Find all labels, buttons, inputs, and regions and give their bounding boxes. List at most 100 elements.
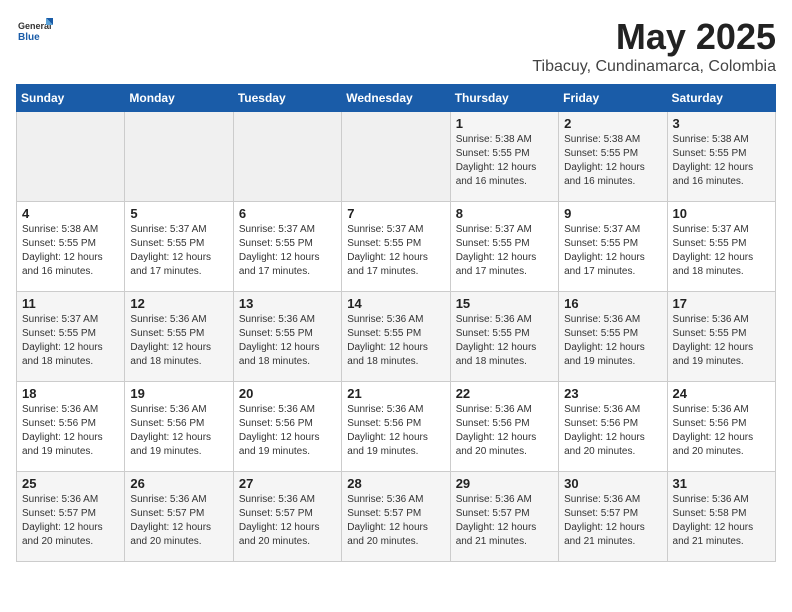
calendar-cell: 1 Sunrise: 5:38 AM Sunset: 5:55 PM Daylig…: [450, 112, 558, 202]
day-number: 25: [22, 476, 119, 491]
day-info: Sunrise: 5:36 AM Sunset: 5:55 PM Dayligh…: [347, 313, 444, 369]
day-info: Sunrise: 5:37 AM Sunset: 5:55 PM Dayligh…: [564, 223, 661, 279]
calendar-week-row: 18 Sunrise: 5:36 AM Sunset: 5:56 PM Dayli…: [17, 382, 776, 472]
calendar-body: 1 Sunrise: 5:38 AM Sunset: 5:55 PM Daylig…: [17, 112, 776, 562]
calendar-cell: 12 Sunrise: 5:36 AM Sunset: 5:55 PM Dayli…: [125, 292, 233, 382]
calendar-week-row: 1 Sunrise: 5:38 AM Sunset: 5:55 PM Daylig…: [17, 112, 776, 202]
day-info: Sunrise: 5:36 AM Sunset: 5:55 PM Dayligh…: [564, 313, 661, 369]
calendar-cell: 6 Sunrise: 5:37 AM Sunset: 5:55 PM Daylig…: [233, 202, 341, 292]
day-number: 23: [564, 386, 661, 401]
calendar-cell: 13 Sunrise: 5:36 AM Sunset: 5:55 PM Dayli…: [233, 292, 341, 382]
calendar-cell: 21Sunrise: 5:36 AM Sunset: 5:56 PM Dayli…: [342, 382, 450, 472]
calendar-cell: 20Sunrise: 5:36 AM Sunset: 5:56 PM Dayli…: [233, 382, 341, 472]
calendar-cell: 26 Sunrise: 5:36 AM Sunset: 5:57 PM Dayli…: [125, 472, 233, 562]
title-area: May 2025 Tibacuy, Cundinamarca, Colombia: [532, 16, 776, 76]
calendar-cell: 10Sunrise: 5:37 AM Sunset: 5:55 PM Dayli…: [667, 202, 775, 292]
calendar-cell: 16Sunrise: 5:36 AM Sunset: 5:55 PM Dayli…: [559, 292, 667, 382]
calendar-cell: 3 Sunrise: 5:38 AM Sunset: 5:55 PM Daylig…: [667, 112, 775, 202]
day-info: Sunrise: 5:37 AM Sunset: 5:55 PM Dayligh…: [673, 223, 770, 279]
weekday-header: Friday: [559, 85, 667, 112]
day-number: 28: [347, 476, 444, 491]
weekday-header: Monday: [125, 85, 233, 112]
day-info: Sunrise: 5:36 AM Sunset: 5:58 PM Dayligh…: [673, 493, 770, 549]
day-info: Sunrise: 5:36 AM Sunset: 5:57 PM Dayligh…: [130, 493, 227, 549]
calendar-cell: 15 Sunrise: 5:36 AM Sunset: 5:55 PM Dayli…: [450, 292, 558, 382]
day-info: Sunrise: 5:38 AM Sunset: 5:55 PM Dayligh…: [673, 133, 770, 189]
day-info: Sunrise: 5:36 AM Sunset: 5:57 PM Dayligh…: [564, 493, 661, 549]
weekday-header: Tuesday: [233, 85, 341, 112]
calendar-cell: 29Sunrise: 5:36 AM Sunset: 5:57 PM Dayli…: [450, 472, 558, 562]
calendar-cell: 2 Sunrise: 5:38 AM Sunset: 5:55 PM Daylig…: [559, 112, 667, 202]
day-info: Sunrise: 5:37 AM Sunset: 5:55 PM Dayligh…: [239, 223, 336, 279]
calendar-cell: 30 Sunrise: 5:36 AM Sunset: 5:57 PM Dayli…: [559, 472, 667, 562]
calendar-week-row: 4 Sunrise: 5:38 AM Sunset: 5:55 PM Daylig…: [17, 202, 776, 292]
calendar-cell: 8Sunrise: 5:37 AM Sunset: 5:55 PM Daylig…: [450, 202, 558, 292]
day-number: 31: [673, 476, 770, 491]
day-number: 4: [22, 206, 119, 221]
day-number: 14: [347, 296, 444, 311]
day-number: 9: [564, 206, 661, 221]
day-info: Sunrise: 5:37 AM Sunset: 5:55 PM Dayligh…: [130, 223, 227, 279]
location-title: Tibacuy, Cundinamarca, Colombia: [532, 58, 776, 76]
day-number: 24: [673, 386, 770, 401]
day-info: Sunrise: 5:36 AM Sunset: 5:56 PM Dayligh…: [22, 403, 119, 459]
calendar-cell: 9 Sunrise: 5:37 AM Sunset: 5:55 PM Daylig…: [559, 202, 667, 292]
day-info: Sunrise: 5:37 AM Sunset: 5:55 PM Dayligh…: [347, 223, 444, 279]
svg-text:Blue: Blue: [18, 32, 40, 43]
day-number: 30: [564, 476, 661, 491]
calendar-table: SundayMondayTuesdayWednesdayThursdayFrid…: [16, 84, 776, 562]
day-info: Sunrise: 5:38 AM Sunset: 5:55 PM Dayligh…: [564, 133, 661, 189]
day-number: 1: [456, 116, 553, 131]
day-number: 5: [130, 206, 227, 221]
calendar-cell: [233, 112, 341, 202]
day-number: 12: [130, 296, 227, 311]
weekday-header: Sunday: [17, 85, 125, 112]
calendar-cell: 22 Sunrise: 5:36 AM Sunset: 5:56 PM Dayli…: [450, 382, 558, 472]
weekday-header: Thursday: [450, 85, 558, 112]
day-info: Sunrise: 5:37 AM Sunset: 5:55 PM Dayligh…: [22, 313, 119, 369]
calendar-cell: 11Sunrise: 5:37 AM Sunset: 5:55 PM Dayli…: [17, 292, 125, 382]
calendar-cell: 14 Sunrise: 5:36 AM Sunset: 5:55 PM Dayli…: [342, 292, 450, 382]
day-info: Sunrise: 5:36 AM Sunset: 5:55 PM Dayligh…: [456, 313, 553, 369]
calendar-cell: 24 Sunrise: 5:36 AM Sunset: 5:56 PM Dayli…: [667, 382, 775, 472]
day-number: 7: [347, 206, 444, 221]
day-info: Sunrise: 5:36 AM Sunset: 5:57 PM Dayligh…: [347, 493, 444, 549]
weekday-header: Saturday: [667, 85, 775, 112]
calendar-cell: 18 Sunrise: 5:36 AM Sunset: 5:56 PM Dayli…: [17, 382, 125, 472]
day-number: 6: [239, 206, 336, 221]
day-info: Sunrise: 5:36 AM Sunset: 5:57 PM Dayligh…: [456, 493, 553, 549]
day-info: Sunrise: 5:36 AM Sunset: 5:57 PM Dayligh…: [239, 493, 336, 549]
day-number: 20: [239, 386, 336, 401]
day-info: Sunrise: 5:36 AM Sunset: 5:56 PM Dayligh…: [456, 403, 553, 459]
calendar-cell: 31 Sunrise: 5:36 AM Sunset: 5:58 PM Dayli…: [667, 472, 775, 562]
day-number: 22: [456, 386, 553, 401]
day-info: Sunrise: 5:38 AM Sunset: 5:55 PM Dayligh…: [22, 223, 119, 279]
day-number: 3: [673, 116, 770, 131]
calendar-cell: 27 Sunrise: 5:36 AM Sunset: 5:57 PM Dayli…: [233, 472, 341, 562]
calendar-header-row: SundayMondayTuesdayWednesdayThursdayFrid…: [17, 85, 776, 112]
calendar-cell: 28 Sunrise: 5:36 AM Sunset: 5:57 PM Dayli…: [342, 472, 450, 562]
day-info: Sunrise: 5:36 AM Sunset: 5:57 PM Dayligh…: [22, 493, 119, 549]
calendar-cell: [342, 112, 450, 202]
day-number: 13: [239, 296, 336, 311]
day-info: Sunrise: 5:36 AM Sunset: 5:55 PM Dayligh…: [239, 313, 336, 369]
calendar-cell: 17Sunrise: 5:36 AM Sunset: 5:55 PM Dayli…: [667, 292, 775, 382]
day-info: Sunrise: 5:38 AM Sunset: 5:55 PM Dayligh…: [456, 133, 553, 189]
day-number: 2: [564, 116, 661, 131]
calendar-cell: 5 Sunrise: 5:37 AM Sunset: 5:55 PM Daylig…: [125, 202, 233, 292]
calendar-cell: 23Sunrise: 5:36 AM Sunset: 5:56 PM Dayli…: [559, 382, 667, 472]
day-number: 27: [239, 476, 336, 491]
calendar-week-row: 11Sunrise: 5:37 AM Sunset: 5:55 PM Dayli…: [17, 292, 776, 382]
calendar-cell: [17, 112, 125, 202]
day-number: 21: [347, 386, 444, 401]
day-info: Sunrise: 5:36 AM Sunset: 5:55 PM Dayligh…: [130, 313, 227, 369]
calendar-cell: 4 Sunrise: 5:38 AM Sunset: 5:55 PM Daylig…: [17, 202, 125, 292]
logo-svg: General Blue: [16, 16, 54, 46]
day-number: 15: [456, 296, 553, 311]
day-info: Sunrise: 5:36 AM Sunset: 5:56 PM Dayligh…: [673, 403, 770, 459]
day-number: 19: [130, 386, 227, 401]
day-info: Sunrise: 5:36 AM Sunset: 5:56 PM Dayligh…: [130, 403, 227, 459]
day-number: 18: [22, 386, 119, 401]
weekday-header: Wednesday: [342, 85, 450, 112]
day-number: 26: [130, 476, 227, 491]
